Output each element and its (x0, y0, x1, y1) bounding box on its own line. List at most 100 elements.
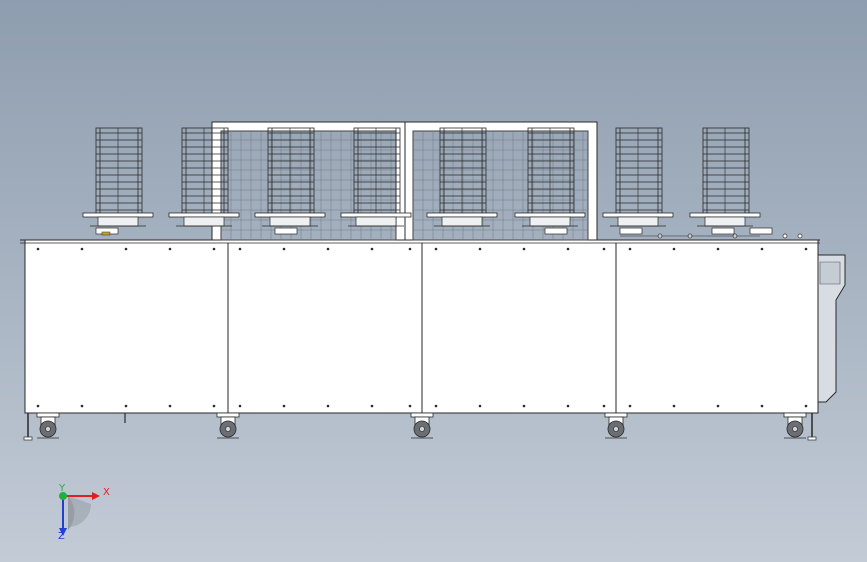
screw (124, 247, 128, 251)
wafer-rack-6 (514, 127, 586, 227)
caster-hub (419, 426, 425, 432)
x-axis-label: X (103, 487, 110, 498)
coordinate-triad (59, 492, 100, 536)
screw (370, 247, 374, 251)
caster-mount (783, 412, 807, 418)
triad-plane (68, 496, 91, 527)
screw (566, 247, 570, 251)
caster-hub (225, 426, 231, 432)
caster-2 (216, 412, 240, 439)
screw (282, 247, 286, 251)
screw (478, 247, 482, 251)
caster-hub (45, 426, 51, 432)
side-control-box[interactable] (816, 254, 846, 403)
rack-base (441, 216, 483, 227)
screw (672, 404, 676, 408)
rack-base (355, 216, 397, 227)
rack-base (269, 216, 311, 227)
leveling-pad (807, 436, 817, 441)
screw (628, 247, 632, 251)
screw (478, 404, 482, 408)
screw (566, 404, 570, 408)
cabinet-body[interactable] (20, 239, 820, 414)
caster-hub (613, 426, 619, 432)
caster-mount (36, 412, 60, 418)
screw (80, 247, 84, 251)
caster-3 (410, 412, 434, 439)
fixture-block (749, 227, 773, 235)
screw (36, 247, 40, 251)
screw (212, 404, 216, 408)
screw (238, 247, 242, 251)
screw (672, 247, 676, 251)
screw (716, 404, 720, 408)
fixture-knob (797, 233, 803, 239)
rack-base-plate (254, 212, 326, 218)
screw (238, 404, 242, 408)
leveling-pad (23, 436, 33, 441)
screw (408, 404, 412, 408)
wafer-rack-3 (254, 127, 326, 227)
screw (522, 404, 526, 408)
screw (36, 404, 40, 408)
rack-base (529, 216, 571, 227)
wafer-rack-7 (602, 127, 674, 227)
rack-base-plate (340, 212, 412, 218)
screw (760, 404, 764, 408)
screw (326, 247, 330, 251)
rack-base (617, 216, 659, 227)
top-fixtures (95, 227, 803, 239)
rack-base-plate (168, 212, 240, 218)
fixture-block (544, 227, 568, 235)
fixture-marker (101, 231, 111, 236)
screw (80, 404, 84, 408)
screw (326, 404, 330, 408)
caster-mount (410, 412, 434, 418)
screw (760, 247, 764, 251)
screw (602, 247, 606, 251)
caster-wheels[interactable] (23, 412, 817, 441)
screw (212, 247, 216, 251)
rack-base (704, 216, 746, 227)
triad-x-arrow (92, 492, 100, 500)
wafer-rack-1 (82, 127, 154, 227)
cad-viewport[interactable]: X Y Z (0, 0, 867, 562)
rack-frame (95, 127, 143, 215)
rack-base-plate (602, 212, 674, 218)
screw (434, 247, 438, 251)
fixture-knob (782, 233, 788, 239)
screw (628, 404, 632, 408)
screw (716, 247, 720, 251)
rack-frame (527, 127, 575, 215)
caster-mount (216, 412, 240, 418)
screw (124, 404, 128, 408)
screw (434, 404, 438, 408)
y-axis-label: Y (59, 483, 66, 494)
fixture-block (711, 227, 735, 235)
screw (522, 247, 526, 251)
rack-frame (702, 127, 750, 215)
screw (168, 404, 172, 408)
rack-base (183, 216, 225, 227)
caster-4 (604, 412, 628, 439)
rack-base (97, 216, 139, 227)
wafer-rack-5 (426, 127, 498, 227)
machine-model-front-view[interactable] (0, 0, 867, 562)
wafer-rack-8 (689, 127, 761, 227)
fixture-block (274, 227, 298, 235)
rack-frame (615, 127, 663, 215)
wafer-rack-2 (168, 127, 240, 227)
rack-base-plate (689, 212, 761, 218)
screw (804, 247, 808, 251)
rack-base-plate (82, 212, 154, 218)
fixture-block (619, 227, 643, 235)
caster-hub (792, 426, 798, 432)
screw (370, 404, 374, 408)
caster-5 (783, 412, 807, 439)
rack-base-plate (514, 212, 586, 218)
screw (602, 404, 606, 408)
caster-1 (36, 412, 60, 439)
screw (408, 247, 412, 251)
wafer-racks[interactable] (82, 127, 761, 227)
z-axis-label: Z (58, 531, 65, 542)
